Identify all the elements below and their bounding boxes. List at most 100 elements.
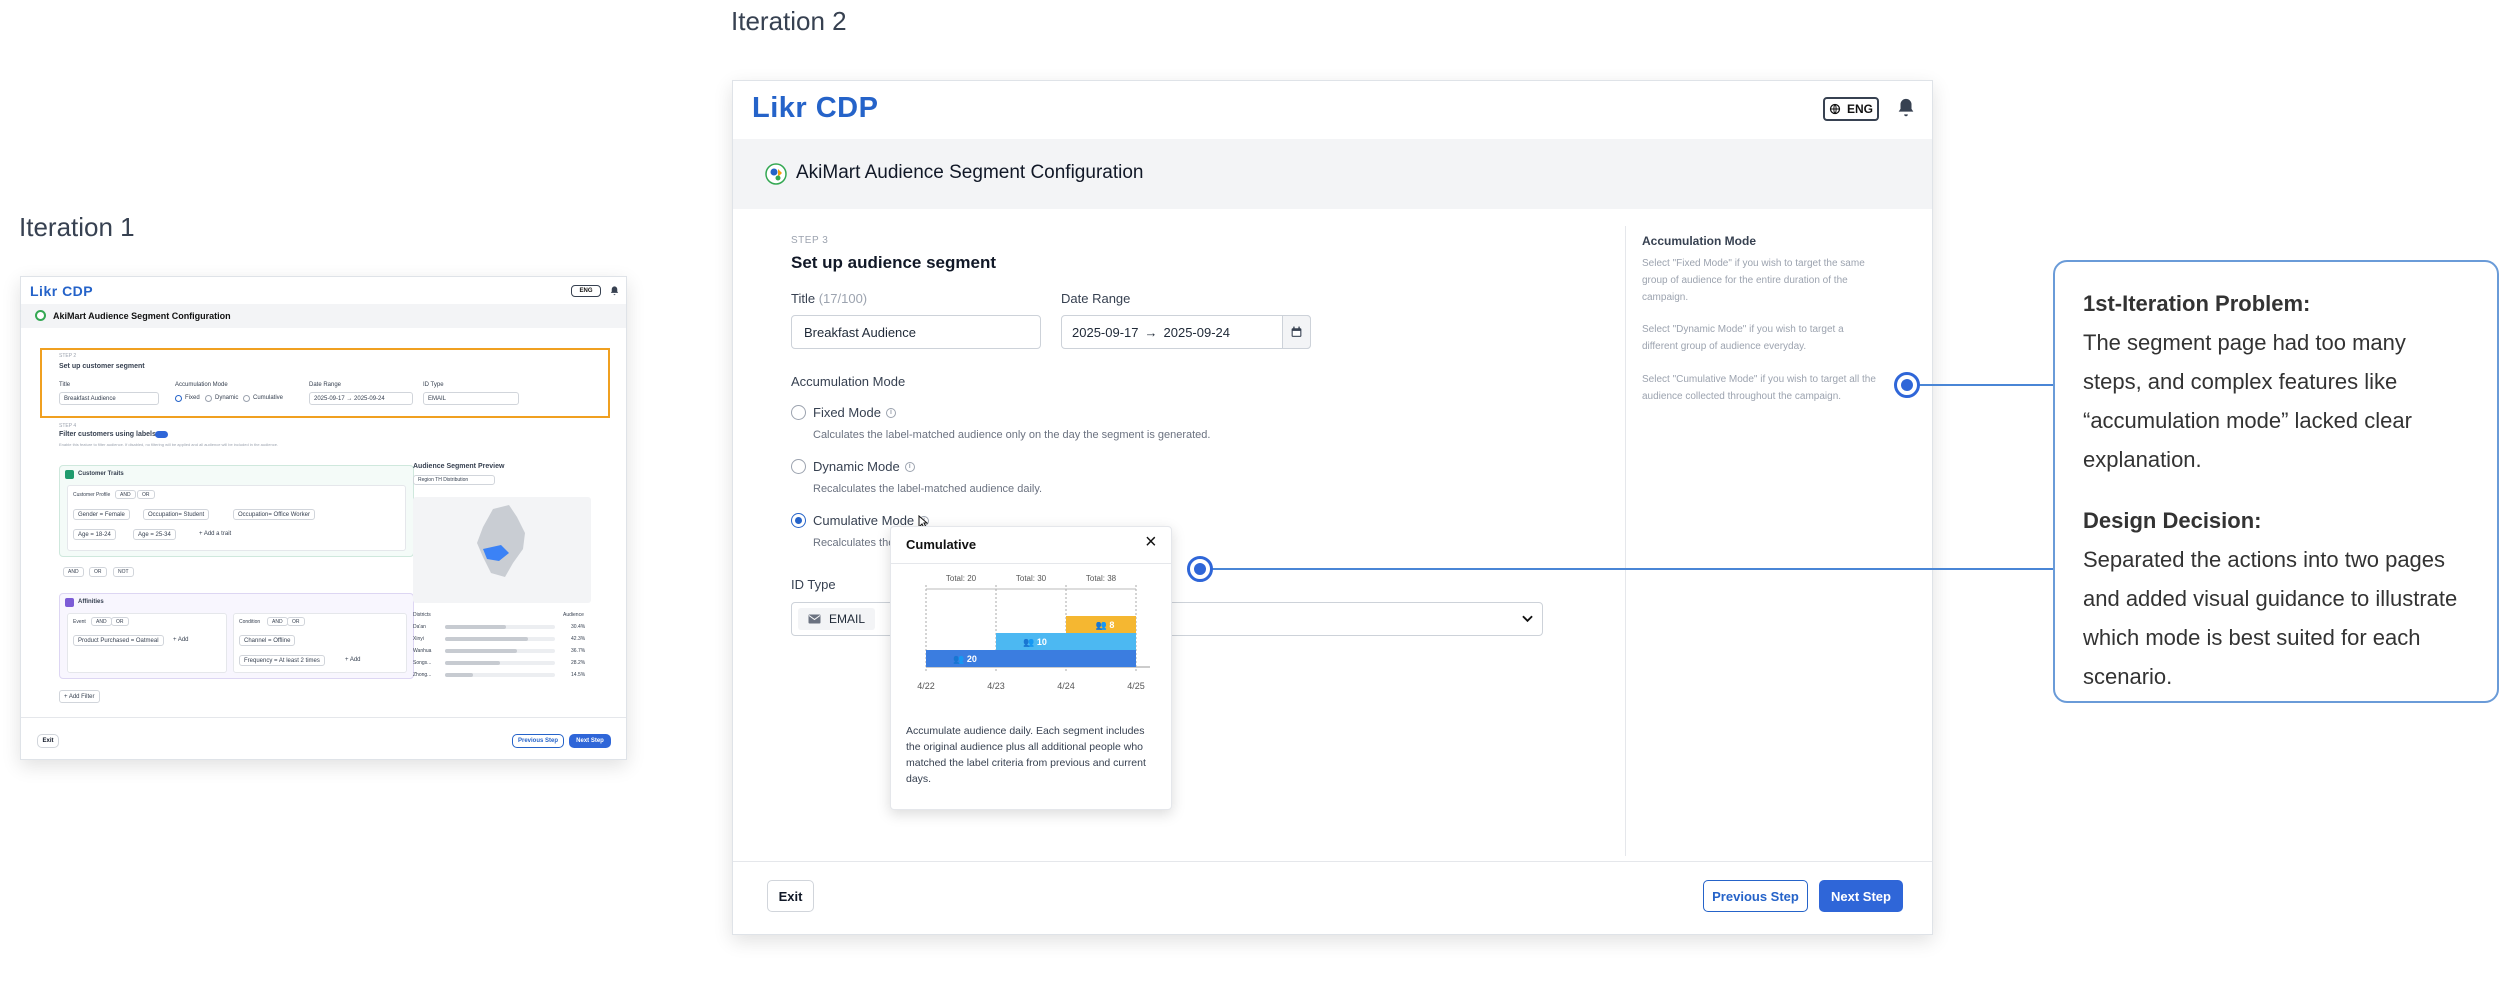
dynamic-mode-text: Dynamic Mode [813, 459, 900, 474]
info-icon[interactable]: i [885, 407, 896, 418]
date-from: 2025-09-17 [1072, 324, 1139, 340]
radio-cumulative[interactable] [243, 395, 250, 402]
chip-text: Occupation= Student [148, 511, 205, 518]
dynamic-mode-label: Dynamic Mode i [813, 459, 915, 474]
iteration-1-screenshot: Likr CDP ENG AkiMart Audience Segment Co… [20, 276, 627, 760]
title-input[interactable]: Breakfast Audience [59, 392, 159, 405]
app-logo: Likr CDP [30, 283, 94, 299]
radio-fixed-mode[interactable] [791, 405, 806, 420]
logic-label: NOT [118, 569, 129, 575]
trait-chip[interactable]: Occupation= Office Worker [233, 509, 315, 520]
bar-value-label: 👥 20 [953, 654, 977, 664]
step-label: STEP 3 [791, 235, 829, 246]
district-pct: 30.4% [571, 624, 586, 630]
previous-step-button[interactable]: Previous Step [512, 734, 564, 748]
info-icon[interactable]: i [904, 461, 915, 472]
district-bar [445, 649, 517, 653]
traits-title: Customer Traits [78, 471, 124, 477]
step-label: STEP 2 [59, 353, 77, 359]
cumulative-mode-desc: Recalculates the [813, 537, 895, 549]
prev-label: Previous Step [1712, 888, 1799, 904]
trait-chip[interactable]: Age = 25-34 [133, 529, 176, 540]
add-filter-label: + Add Filter [64, 693, 95, 700]
title-counter: (17/100) [818, 291, 868, 306]
idtype-label: ID Type [423, 382, 444, 388]
trait-chip[interactable]: Occupation= Student [143, 509, 210, 520]
affinities-title: Affinities [78, 599, 104, 605]
logic-label: AND [68, 569, 79, 575]
district-pct: 14.5% [571, 672, 586, 678]
trait-chip[interactable]: Gender = Female [73, 509, 130, 520]
event-chip[interactable]: Product Purchased = Oatmeal [73, 635, 164, 646]
map-icon [477, 505, 525, 577]
x-tick-label: 4/24 [1057, 681, 1075, 691]
cumulative-popover: Cumulative × 4/22 4/23 4/24 4/25 Total: 20 To… [890, 526, 1172, 810]
add-trait-button[interactable]: + Add a trait [199, 531, 231, 537]
or-toggle[interactable]: OR [137, 490, 155, 499]
or-label: OR [292, 618, 300, 625]
next-step-button[interactable]: Next Step [1819, 880, 1903, 912]
title-value: Breakfast Audience [804, 324, 917, 340]
district-name: Da'an [413, 624, 426, 630]
fixed-mode-label: Fixed Mode i [813, 405, 896, 420]
exit-button[interactable]: Exit [767, 880, 814, 912]
close-icon[interactable]: × [1145, 531, 1157, 554]
trait-chip[interactable]: Age = 18-24 [73, 529, 116, 540]
side-para-cumulative: Select "Cumulative Mode" if you wish to … [1642, 374, 1876, 402]
bell-icon[interactable] [1895, 96, 1917, 120]
radio-dynamic[interactable] [205, 395, 212, 402]
next-step-button[interactable]: Next Step [569, 734, 611, 748]
idtype-value: EMAIL [428, 395, 447, 402]
iteration-2-label: Iteration 2 [731, 6, 847, 36]
page-title: AkiMart Audience Segment Configuration [53, 311, 231, 321]
and-toggle[interactable]: AND [115, 490, 136, 499]
idtype-select[interactable]: EMAIL [423, 392, 519, 405]
condition-chip[interactable]: Frequency = At least 2 times [239, 655, 325, 666]
title-label: Title (17/100) [791, 291, 867, 306]
logic-and[interactable]: AND [63, 567, 84, 577]
radio-cumulative-mode[interactable] [791, 513, 806, 528]
chip-text: Frequency = At least 2 times [244, 657, 320, 664]
add-filter-button[interactable]: + Add Filter [59, 690, 100, 703]
exit-label: Exit [778, 888, 803, 904]
segment-icon [35, 310, 46, 321]
condition-or[interactable]: OR [287, 617, 305, 626]
side-divider [1625, 226, 1626, 856]
dynamic-mode-desc: Recalculates the label-matched audience … [813, 483, 1043, 495]
district-bar [445, 637, 528, 641]
lang-switch[interactable]: ENG [571, 285, 601, 297]
condition-chip[interactable]: Channel = Offline [239, 635, 296, 646]
radio-fixed-label: Fixed [185, 395, 200, 401]
region-select[interactable]: Region TH Distribution [413, 475, 495, 485]
radio-fixed[interactable] [175, 395, 182, 402]
logic-not[interactable]: NOT [113, 567, 134, 577]
logic-or[interactable]: OR [89, 567, 107, 577]
event-or[interactable]: OR [111, 617, 129, 626]
condition-and[interactable]: AND [267, 617, 288, 626]
lang-switch[interactable]: ENG [1823, 97, 1879, 121]
date-input[interactable]: 2025-09-17 → 2025-09-24 [309, 392, 413, 405]
calendar-button[interactable] [1282, 315, 1311, 349]
bell-icon[interactable] [609, 285, 620, 297]
exit-button[interactable]: Exit [37, 734, 59, 748]
bar-value-label: 👥 10 [1023, 637, 1047, 647]
popover-description: Accumulate audience daily. Each segment … [906, 725, 1146, 785]
filter-toggle[interactable] [155, 431, 168, 438]
idtype-value: EMAIL [829, 612, 866, 626]
date-range-input[interactable]: 2025-09-17 → 2025-09-24 [1061, 315, 1311, 349]
x-tick-label: 4/22 [917, 681, 935, 691]
title-label-text: Title [791, 291, 816, 306]
event-and[interactable]: AND [91, 617, 112, 626]
filter-note: Enable this feature to filter audience. … [59, 442, 279, 447]
connector-line-1 [1916, 384, 2053, 386]
fixed-mode-text: Fixed Mode [813, 405, 881, 420]
condition-add-button[interactable]: + Add [345, 657, 361, 663]
chip-text: Age = 25-34 [138, 531, 171, 538]
accum-label: Accumulation Mode [175, 382, 228, 388]
title-input[interactable]: Breakfast Audience [791, 315, 1041, 349]
event-add-button[interactable]: + Add [173, 637, 189, 643]
title-value: Breakfast Audience [64, 395, 116, 402]
radio-dynamic-mode[interactable] [791, 459, 806, 474]
and-label: AND [120, 491, 131, 498]
previous-step-button[interactable]: Previous Step [1703, 880, 1808, 912]
